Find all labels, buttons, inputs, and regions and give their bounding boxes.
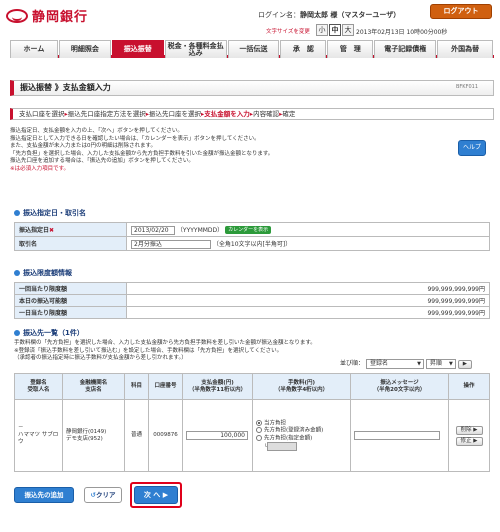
next-button[interactable]: 次 へ ▶ — [134, 486, 178, 504]
edit-button[interactable]: 修正 ▶ — [455, 436, 483, 446]
step-5: 内容確認 — [253, 110, 280, 118]
nav-forex[interactable]: 外国為替 — [437, 40, 494, 58]
limit-value: 999,999,999,999円 — [126, 282, 490, 295]
step-6: 確定 — [282, 110, 296, 118]
login-info: ログイン名：静岡太郎 様（マスターユーザ） — [258, 11, 401, 19]
section-title-recipients: 振込先一覧（1件） — [14, 328, 84, 338]
nav-e-receivables[interactable]: 電子記録債権 — [374, 40, 437, 58]
radio-icon[interactable] — [256, 427, 262, 434]
sort-controls: 並び順： 登録名 昇順 ▶ — [340, 358, 473, 370]
transaction-name-label: 取引名 — [14, 236, 127, 251]
section-bullet-icon — [14, 210, 20, 216]
nav-batch[interactable]: 一括伝送 — [227, 40, 280, 58]
section-title-limits: 振込限度額情報 — [14, 268, 72, 278]
user-name: 静岡太郎 様（マスターユーザ） — [300, 11, 401, 19]
amount-input[interactable]: 100,000 — [186, 431, 248, 440]
limit-label: 本日の振込可能額 — [14, 294, 127, 307]
step-indicator: 支払口座を選択▸振込先口座指定方法を選択▸振込先口座を選択▸支払金額を入力▸内容… — [10, 108, 494, 120]
account-number: 0009876 — [148, 399, 183, 472]
limit-label: 一日当たり限度額 — [14, 306, 127, 319]
required-mark-icon: ✖ — [49, 227, 55, 234]
date-name-table: 振込指定日✖ 2013/02/20 （YYYYMMDD） カレンダーを表示 取引… — [14, 222, 490, 251]
section-title-date: 振込指定日・取引名 — [14, 208, 86, 218]
font-size-label: 文字サイズを変更 — [266, 29, 310, 35]
step-3: 振込先口座を選択 — [149, 110, 202, 118]
nav-tax-payment[interactable]: 税金・各種料金払込み — [164, 40, 227, 58]
show-calendar-button[interactable]: カレンダーを表示 — [225, 226, 272, 234]
add-recipient-button[interactable]: 振込先の追加 — [14, 487, 74, 503]
transfer-date-input[interactable]: 2013/02/20 — [131, 225, 175, 235]
bank-logo: 静岡銀行 — [6, 6, 88, 25]
logout-button[interactable]: ログアウト — [430, 4, 492, 19]
instructions: 振込指定日、支払金額を入力の上、「次へ」ボタンを押してください。 振込指定日とし… — [10, 128, 430, 174]
transaction-name-input[interactable]: 2月分振込 — [131, 239, 211, 249]
bank-name: 静岡銀行 — [32, 10, 89, 25]
fee-option-2[interactable]: 先方負担(登録済み金額) — [256, 427, 347, 435]
sort-key-select[interactable]: 登録名 — [365, 358, 424, 369]
fee-option-1[interactable]: 当方負担 — [256, 419, 347, 428]
sort-label: 並び順： — [340, 360, 365, 367]
fee-option-3[interactable]: 先方負担(指定金額) — [256, 434, 347, 443]
transaction-name-hint: （全角10文字以内[半角可]） — [212, 240, 292, 248]
current-datetime: 2013年02月13日 10時00分00秒 — [356, 29, 448, 36]
nav-management[interactable]: 管 理 — [327, 40, 374, 58]
radio-selected-icon[interactable] — [256, 419, 262, 426]
screen-id: BFKF011 — [456, 84, 479, 90]
branch-name: デモ支店(952) — [66, 435, 103, 442]
date-format-hint: （YYYYMMDD） — [176, 226, 224, 234]
step-4-current: 支払金額を入力 — [204, 110, 250, 118]
font-size-large-button[interactable]: 大 — [342, 24, 354, 36]
date-label: 振込指定日 — [19, 227, 50, 234]
radio-icon[interactable] — [256, 434, 262, 441]
bank-logo-icon — [6, 8, 28, 23]
reg-name: － — [18, 425, 24, 431]
account-type: 普通 — [124, 399, 149, 472]
page-title: 振込振替 》支払金額入力 — [10, 80, 494, 96]
font-size-small-button[interactable]: 小 — [316, 24, 328, 36]
sort-order-select[interactable]: 昇順 — [425, 358, 456, 369]
limit-label: 一回当たり限度額 — [14, 282, 127, 295]
nav-home[interactable]: ホーム — [10, 40, 58, 58]
font-size-medium-button[interactable]: 中 — [329, 24, 341, 36]
nav-approval[interactable]: 承 認 — [280, 40, 327, 58]
step-2: 振込先口座指定方法を選択 — [67, 110, 146, 118]
recipient-name: ハママツ サブロウ — [18, 432, 59, 445]
limit-table: 一回当たり限度額 999,999,999,999円 本日の振込可能額 999,999… — [14, 282, 490, 319]
help-button[interactable]: ヘルプ — [458, 140, 486, 156]
clear-button[interactable]: ↺クリア — [84, 487, 122, 503]
nav-transfer[interactable]: 振込振替 — [111, 40, 164, 58]
limit-value: 999,999,999,999円 — [126, 306, 490, 319]
limit-value: 999,999,999,999円 — [126, 294, 490, 307]
step-1: 支払口座を選択 — [19, 110, 65, 118]
delete-button[interactable]: 削除 ▶ — [455, 425, 483, 435]
required-note: ※は必須入力項目です。 — [10, 165, 70, 172]
sort-button[interactable]: ▶ — [457, 360, 473, 369]
nav-statement[interactable]: 明細照会 — [58, 40, 111, 58]
table-row: －ハママツ サブロウ 静岡銀行(0149) デモ支店(952) 普通 000987… — [14, 399, 490, 472]
section-bullet-icon — [14, 270, 20, 276]
recipient-table: 登録名 受取人名 金融機関名 支店名 科目 口座番号 支払金額(円) （半角数字11桁… — [14, 373, 490, 472]
message-input[interactable] — [354, 431, 440, 440]
fee-amount-input[interactable] — [267, 442, 298, 452]
main-nav: ホーム 明細照会 振込振替 税金・各種料金払込み 一括伝送 承 認 管 理 電子… — [10, 40, 494, 58]
bank-name-cell: 静岡銀行(0149) — [66, 428, 107, 435]
section-bullet-icon — [14, 330, 20, 336]
